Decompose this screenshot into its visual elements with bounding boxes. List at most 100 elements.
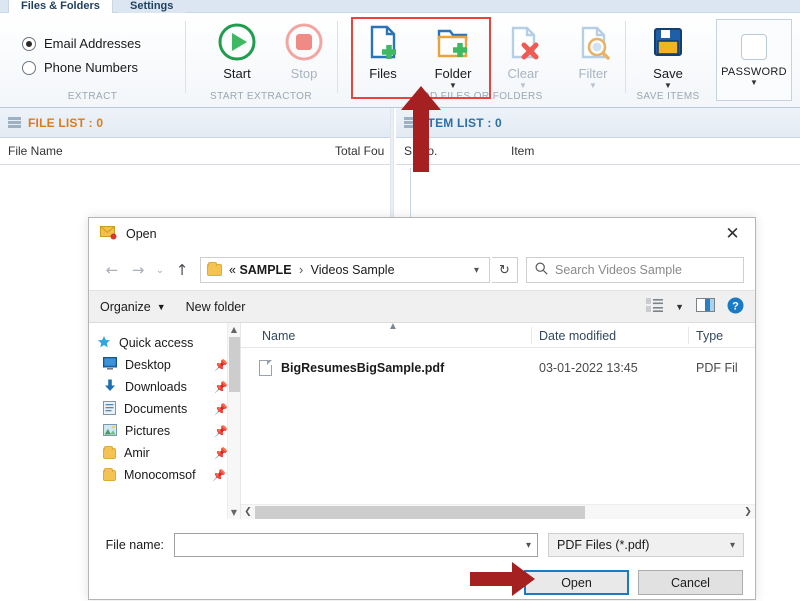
- column-file-name[interactable]: File Name: [8, 144, 63, 158]
- organize-button[interactable]: Organize ▼: [100, 300, 166, 314]
- start-button[interactable]: Start: [204, 19, 270, 81]
- nav-item-pictures[interactable]: Pictures 📌: [89, 420, 240, 442]
- radio-email-addresses[interactable]: Email Addresses: [22, 36, 141, 51]
- pin-icon[interactable]: 📌: [214, 359, 228, 372]
- pin-icon[interactable]: 📌: [214, 447, 228, 460]
- help-icon[interactable]: ?: [727, 297, 744, 317]
- save-button-label: Save: [653, 66, 683, 81]
- password-dropdown-caret[interactable]: ▼: [750, 79, 758, 87]
- password-button[interactable]: PASSWORD ▼: [716, 19, 792, 101]
- chevron-down-icon: ▼: [156, 301, 166, 312]
- nav-item-pictures-label: Pictures: [125, 424, 171, 438]
- chevron-down-icon: ▾: [729, 539, 735, 551]
- radio-phone-numbers-indicator: [22, 60, 36, 75]
- ribbon-group-start-extractor: Start Stop START EXTRACTOR: [186, 13, 336, 108]
- column-name[interactable]: Name: [262, 329, 295, 343]
- nav-item-quick-access[interactable]: Quick access: [89, 332, 240, 354]
- dialog-button-row: Open Cancel: [100, 570, 744, 595]
- column-divider-2[interactable]: [688, 327, 689, 344]
- tab-files-and-folders[interactable]: Files & Folders: [8, 0, 113, 13]
- scrollbar-thumb[interactable]: [229, 337, 240, 392]
- chevron-down-icon[interactable]: ▾: [468, 265, 485, 276]
- tab-settings[interactable]: Settings: [118, 0, 186, 13]
- preview-pane-icon[interactable]: [696, 298, 715, 315]
- sort-ascending-icon: ▲: [388, 321, 398, 332]
- folder-icon: [103, 445, 116, 459]
- stop-icon: [284, 19, 324, 65]
- file-list-pane: Name ▲ Date modified Type BigResumesBigS…: [241, 321, 755, 519]
- navigation-pane: Quick access Desktop 📌 Downloads 📌 Docum…: [89, 323, 241, 519]
- pin-icon[interactable]: 📌: [214, 403, 228, 416]
- nav-item-documents[interactable]: Documents 📌: [89, 398, 240, 420]
- navigation-pane-scrollbar[interactable]: ▲ ▼: [227, 323, 240, 519]
- search-icon: [535, 262, 548, 278]
- new-folder-button[interactable]: New folder: [186, 300, 246, 314]
- forward-icon[interactable]: →: [126, 257, 150, 283]
- scroll-up-icon[interactable]: ▲: [228, 323, 240, 336]
- recent-locations-icon[interactable]: ⌄: [152, 257, 168, 283]
- nav-item-downloads[interactable]: Downloads 📌: [89, 376, 240, 398]
- dialog-body: Quick access Desktop 📌 Downloads 📌 Docum…: [89, 321, 755, 519]
- file-list-item[interactable]: BigResumesBigSample.pdf 03-01-2022 13:45…: [241, 355, 755, 381]
- clear-dropdown-caret[interactable]: ▼: [519, 82, 527, 90]
- start-button-label: Start: [223, 66, 251, 81]
- nav-item-amir[interactable]: Amir 📌: [89, 442, 240, 464]
- view-dropdown-caret[interactable]: ▼: [675, 302, 684, 312]
- breadcrumb-separator: ›: [299, 263, 304, 277]
- nav-item-amir-label: Amir: [124, 446, 150, 460]
- nav-item-desktop[interactable]: Desktop 📌: [89, 354, 240, 376]
- scrollbar-track[interactable]: [255, 505, 741, 520]
- radio-phone-numbers[interactable]: Phone Numbers: [22, 60, 141, 75]
- file-type-filter-dropdown[interactable]: PDF Files (*.pdf) ▾: [548, 533, 744, 557]
- download-icon: [103, 379, 117, 395]
- clear-button[interactable]: Clear ▼: [490, 19, 556, 90]
- pin-icon[interactable]: 📌: [214, 381, 228, 394]
- scroll-down-icon[interactable]: ▼: [228, 506, 240, 519]
- filter-button-label: Filter: [578, 66, 608, 81]
- list-grid-icon: [8, 116, 21, 129]
- scroll-left-icon[interactable]: ❮: [241, 507, 255, 517]
- filter-dropdown-caret[interactable]: ▼: [589, 82, 597, 90]
- column-divider-1[interactable]: [531, 327, 532, 344]
- address-bar[interactable]: « SAMPLE › Videos Sample ▾: [200, 257, 490, 283]
- radio-phone-numbers-label: Phone Numbers: [44, 60, 138, 75]
- refresh-icon[interactable]: ↻: [492, 257, 518, 283]
- mail-open-icon: [100, 225, 117, 243]
- ribbon-group-start-extractor-label: START EXTRACTOR: [210, 91, 312, 102]
- breadcrumb-item-videos-sample[interactable]: Videos Sample: [311, 263, 395, 277]
- file-name-label: File name:: [105, 538, 164, 552]
- view-layout-icon[interactable]: [646, 298, 664, 315]
- close-icon[interactable]: ✕: [710, 218, 755, 249]
- dialog-title-bar[interactable]: Open ✕: [89, 218, 755, 250]
- stop-button[interactable]: Stop: [271, 19, 337, 81]
- file-name-input[interactable]: ▾: [174, 533, 538, 557]
- back-icon[interactable]: ←: [100, 257, 124, 283]
- folder-icon: [103, 467, 116, 481]
- pin-icon[interactable]: 📌: [214, 425, 228, 438]
- column-type[interactable]: Type: [696, 329, 723, 343]
- column-total-found[interactable]: Total Fou: [335, 144, 384, 158]
- file-date-label: 03-01-2022 13:45: [539, 361, 638, 375]
- ribbon-group-save-items: Save ▼ SAVE ITEMS: [626, 13, 710, 108]
- column-item[interactable]: Item: [511, 144, 534, 158]
- filter-button[interactable]: Filter ▼: [560, 19, 626, 90]
- nav-item-downloads-label: Downloads: [125, 380, 187, 394]
- folder-icon: [207, 262, 222, 276]
- file-list-horizontal-scrollbar[interactable]: ❮ ❯: [241, 504, 755, 519]
- breadcrumb-item-sample[interactable]: SAMPLE: [239, 263, 291, 277]
- star-icon: [97, 335, 111, 352]
- search-input[interactable]: Search Videos Sample: [555, 263, 682, 277]
- cancel-button[interactable]: Cancel: [638, 570, 743, 595]
- scrollbar-thumb[interactable]: [255, 505, 586, 519]
- chevron-down-icon[interactable]: ▾: [526, 540, 531, 551]
- radio-email-addresses-indicator: [22, 36, 36, 51]
- open-button[interactable]: Open: [524, 570, 629, 595]
- save-dropdown-caret[interactable]: ▼: [664, 82, 672, 90]
- column-date-modified[interactable]: Date modified: [539, 329, 616, 343]
- save-button[interactable]: Save ▼: [635, 19, 701, 90]
- up-icon[interactable]: ↑: [170, 257, 194, 283]
- pin-icon[interactable]: 📌: [212, 469, 226, 482]
- nav-item-monocomsof[interactable]: Monocomsof 📌: [89, 464, 240, 486]
- scroll-right-icon[interactable]: ❯: [741, 507, 755, 517]
- search-box[interactable]: Search Videos Sample: [526, 257, 744, 283]
